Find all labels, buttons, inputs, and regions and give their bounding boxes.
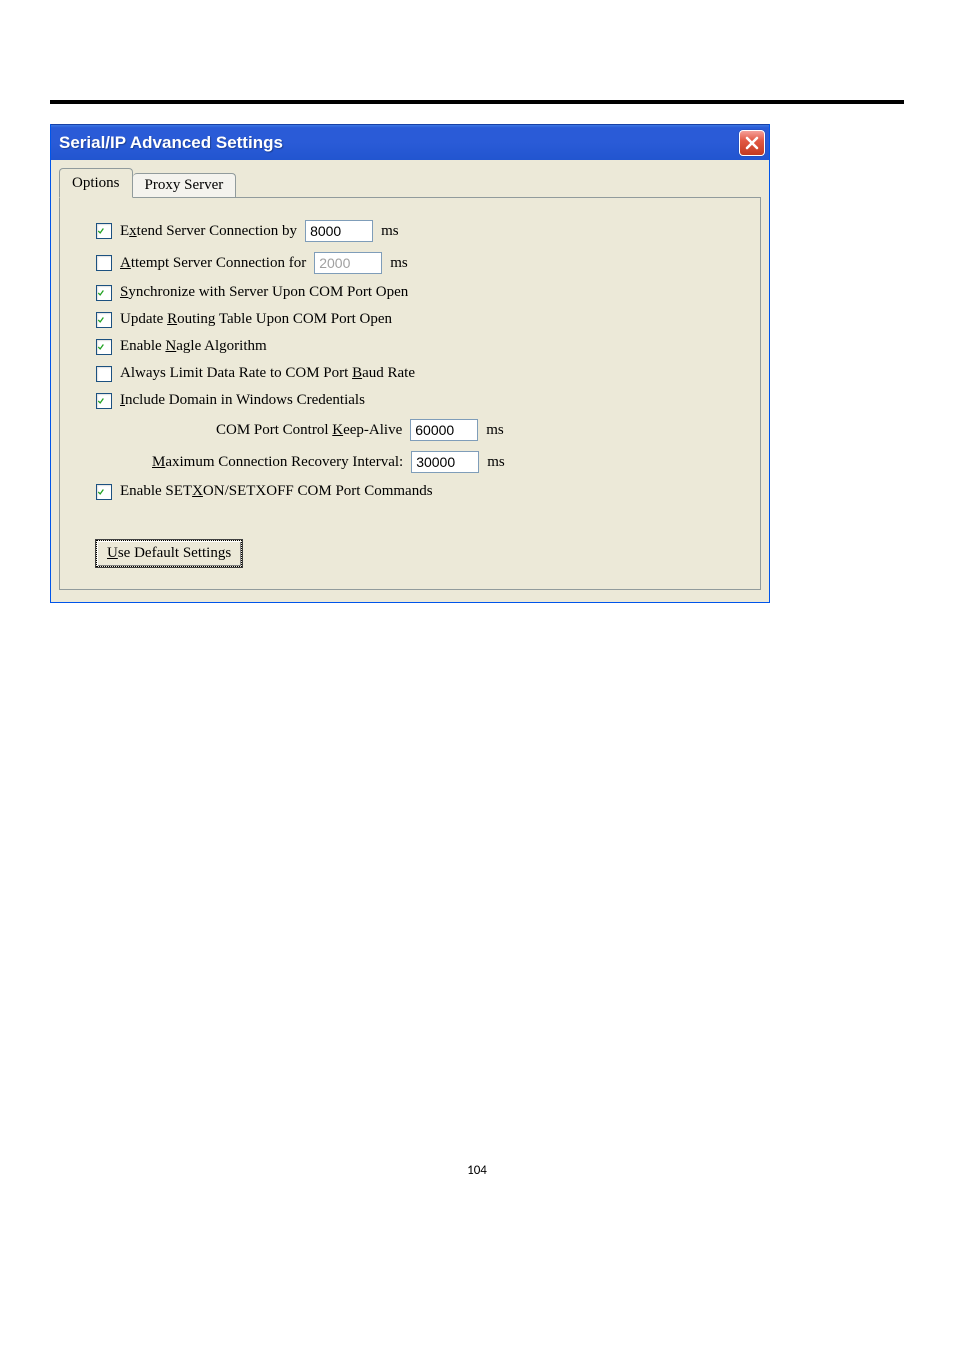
input-recovery-ms[interactable] bbox=[411, 451, 479, 473]
use-default-settings-button[interactable]: Use Default Settings bbox=[96, 540, 242, 567]
check-icon bbox=[97, 314, 105, 326]
check-icon bbox=[97, 486, 105, 498]
label-recovery-interval: Maximum Connection Recovery Interval: bbox=[152, 454, 403, 471]
checkbox-synchronize[interactable] bbox=[96, 285, 112, 301]
label-synchronize: Synchronize with Server Upon COM Port Op… bbox=[120, 284, 408, 301]
checkbox-attempt-connection[interactable] bbox=[96, 255, 112, 271]
tabstrip: Options Proxy Server bbox=[59, 168, 761, 197]
row-nagle: Enable Nagle Algorithm bbox=[96, 338, 742, 355]
input-attempt-ms bbox=[314, 252, 382, 274]
titlebar[interactable]: Serial/IP Advanced Settings bbox=[51, 124, 769, 160]
horizontal-rule bbox=[50, 100, 904, 104]
check-icon bbox=[97, 395, 105, 407]
tab-label: Proxy Server bbox=[145, 177, 224, 193]
page-number: 104 bbox=[0, 1163, 954, 1178]
label-keep-alive: COM Port Control Keep-Alive bbox=[216, 422, 402, 439]
close-button[interactable] bbox=[739, 130, 765, 156]
window-title: Serial/IP Advanced Settings bbox=[59, 133, 283, 153]
checkbox-setxon[interactable] bbox=[96, 484, 112, 500]
row-include-domain: Include Domain in Windows Credentials bbox=[96, 392, 742, 409]
unit-ms: ms bbox=[486, 422, 504, 439]
input-extend-ms[interactable] bbox=[305, 220, 373, 242]
row-limit-baud: Always Limit Data Rate to COM Port Baud … bbox=[96, 365, 742, 382]
row-extend-connection: Extend Server Connection by ms bbox=[96, 220, 742, 242]
label-extend-connection: Extend Server Connection by bbox=[120, 223, 297, 240]
tab-panel-options: Extend Server Connection by ms Attempt S… bbox=[59, 197, 761, 590]
label-attempt-connection: Attempt Server Connection for bbox=[120, 255, 306, 272]
row-attempt-connection: Attempt Server Connection for ms bbox=[96, 252, 742, 274]
input-keep-alive-ms[interactable] bbox=[410, 419, 478, 441]
row-setxon: Enable SETXON/SETXOFF COM Port Commands bbox=[96, 483, 742, 500]
row-synchronize: Synchronize with Server Upon COM Port Op… bbox=[96, 284, 742, 301]
client-area: Options Proxy Server Extend Server Conne… bbox=[51, 160, 769, 602]
unit-ms: ms bbox=[487, 454, 505, 471]
label-nagle: Enable Nagle Algorithm bbox=[120, 338, 267, 355]
close-icon bbox=[745, 136, 759, 150]
label-setxon: Enable SETXON/SETXOFF COM Port Commands bbox=[120, 483, 433, 500]
checkbox-nagle[interactable] bbox=[96, 339, 112, 355]
label-limit-baud: Always Limit Data Rate to COM Port Baud … bbox=[120, 365, 415, 382]
unit-ms: ms bbox=[381, 223, 399, 240]
tab-options[interactable]: Options bbox=[59, 168, 133, 198]
check-icon bbox=[97, 287, 105, 299]
tab-proxy-server[interactable]: Proxy Server bbox=[133, 173, 237, 197]
label-update-routing: Update Routing Table Upon COM Port Open bbox=[120, 311, 392, 328]
check-icon bbox=[97, 225, 105, 237]
checkbox-extend-connection[interactable] bbox=[96, 223, 112, 239]
checkbox-include-domain[interactable] bbox=[96, 393, 112, 409]
unit-ms: ms bbox=[390, 255, 408, 272]
label-include-domain: Include Domain in Windows Credentials bbox=[120, 392, 365, 409]
tab-label: Options bbox=[72, 175, 120, 191]
row-update-routing: Update Routing Table Upon COM Port Open bbox=[96, 311, 742, 328]
row-recovery-interval: Maximum Connection Recovery Interval: ms bbox=[96, 451, 742, 473]
checkbox-update-routing[interactable] bbox=[96, 312, 112, 328]
check-icon bbox=[97, 341, 105, 353]
dialog-window: Serial/IP Advanced Settings Options Prox… bbox=[50, 124, 770, 603]
checkbox-limit-baud[interactable] bbox=[96, 366, 112, 382]
row-keep-alive: COM Port Control Keep-Alive ms bbox=[96, 419, 742, 441]
